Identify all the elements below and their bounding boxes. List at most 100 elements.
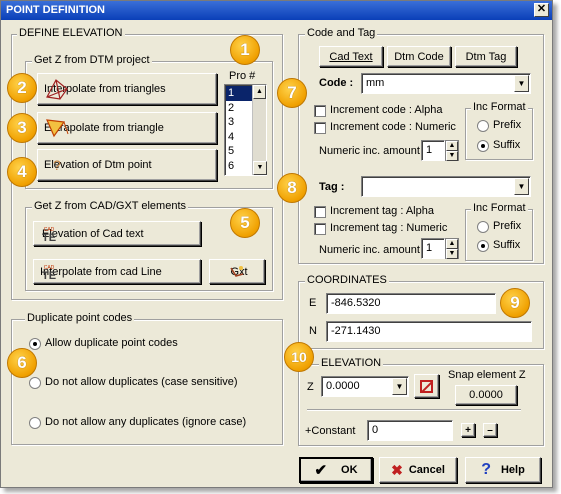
spin-down-icon[interactable]: ▼ bbox=[446, 249, 458, 259]
tag-prefix-label[interactable]: Prefix bbox=[493, 220, 521, 232]
elevation-dtm-point-button[interactable]: ? Elevation of Dtm point bbox=[37, 149, 217, 181]
inc-tag-alpha-checkbox[interactable] bbox=[314, 206, 326, 218]
inc-tag-alpha-label[interactable]: Increment tag : Alpha bbox=[330, 205, 434, 217]
no-dup-sensitive-label[interactable]: Do not allow duplicates (case sensitive) bbox=[45, 376, 238, 388]
no-dup-ignore-radio[interactable] bbox=[29, 417, 41, 429]
inc-code-alpha-checkbox[interactable] bbox=[314, 105, 326, 117]
pro-list-item[interactable]: 4 bbox=[226, 130, 252, 145]
extrapolate-triangle-button[interactable]: Extrapolate from triangle bbox=[37, 112, 217, 144]
define-elevation-legend: DEFINE ELEVATION bbox=[17, 27, 125, 39]
plus-button[interactable]: + bbox=[461, 423, 475, 437]
pro-scrollbar[interactable]: ▲ ▼ bbox=[252, 85, 267, 175]
code-suffix-label[interactable]: Suffix bbox=[493, 139, 520, 151]
pro-listbox[interactable]: 123456 ▲ ▼ bbox=[224, 84, 267, 176]
spin-up-icon[interactable]: ▲ bbox=[446, 239, 458, 249]
no-dup-sensitive-radio[interactable] bbox=[29, 377, 41, 389]
code-prefix-label[interactable]: Prefix bbox=[493, 119, 521, 131]
z-combobox[interactable]: 0.0000 ▼ bbox=[321, 376, 409, 397]
spin-down-icon[interactable]: ▼ bbox=[446, 151, 458, 161]
code-inc-spinner[interactable]: ▲ ▼ bbox=[445, 140, 459, 161]
point-definition-dialog: POINT DEFINITION ✕ DEFINE ELEVATION Get … bbox=[0, 0, 553, 488]
tag-suffix-radio[interactable] bbox=[477, 240, 489, 252]
inc-code-numeric-label[interactable]: Increment code : Numeric bbox=[330, 121, 456, 133]
annotation-badge-2: 2 bbox=[7, 73, 37, 103]
easting-value: -846.5320 bbox=[331, 297, 381, 309]
minus-button[interactable]: – bbox=[483, 423, 497, 437]
code-tag-legend: Code and Tag bbox=[305, 27, 378, 39]
chevron-down-icon[interactable]: ▼ bbox=[392, 378, 407, 395]
ok-label: OK bbox=[341, 464, 358, 476]
easting-input[interactable]: -846.5320 bbox=[326, 293, 496, 314]
gxt-icon bbox=[228, 263, 246, 281]
interpolate-triangles-button[interactable]: Interpolate from triangles bbox=[37, 73, 217, 105]
dtm-group-legend: Get Z from DTM project bbox=[32, 54, 152, 66]
tag-numeric-inc-label: Numeric inc. amount bbox=[319, 244, 420, 256]
no-dup-ignore-label[interactable]: Do not allow any duplicates (ignore case… bbox=[45, 416, 246, 428]
code-value: mm bbox=[366, 77, 385, 89]
cad-icon-main: TE bbox=[41, 269, 57, 282]
tag-inc-format-legend: Inc Format bbox=[471, 202, 528, 214]
z-value: 0.0000 bbox=[326, 380, 360, 392]
tag-combobox[interactable]: ▼ bbox=[361, 176, 531, 197]
snap-element-button[interactable]: 0.0000 bbox=[455, 385, 517, 405]
ok-button[interactable]: ✔ OK bbox=[299, 457, 373, 483]
cancel-button[interactable]: ✖ Cancel bbox=[379, 457, 457, 483]
tag-inc-field[interactable]: 1 bbox=[421, 238, 445, 259]
annotation-badge-7: 7 bbox=[277, 78, 307, 108]
help-button[interactable]: ? Help bbox=[465, 457, 541, 483]
tag-prefix-radio[interactable] bbox=[477, 221, 489, 233]
gxt-button[interactable]: Gxt bbox=[209, 259, 265, 284]
scroll-down-icon[interactable]: ▼ bbox=[253, 161, 267, 175]
help-label: Help bbox=[500, 464, 525, 476]
dtm-code-button[interactable]: Dtm Code bbox=[387, 46, 451, 67]
tag-suffix-label[interactable]: Suffix bbox=[493, 239, 520, 251]
annotation-badge-6: 6 bbox=[7, 348, 37, 378]
interpolate-cad-line-button[interactable]: CAD TE Interpolate from cad Line bbox=[33, 259, 201, 284]
dtm-code-label: Dtm Code bbox=[394, 50, 444, 63]
chevron-down-icon[interactable]: ▼ bbox=[514, 75, 529, 92]
snap-element-value: 0.0000 bbox=[469, 389, 503, 401]
pro-list-item[interactable]: 3 bbox=[226, 115, 252, 130]
inc-tag-numeric-label[interactable]: Increment tag : Numeric bbox=[330, 222, 447, 234]
cad-text-button[interactable]: Cad Text bbox=[319, 46, 383, 67]
inc-tag-numeric-checkbox[interactable] bbox=[314, 223, 326, 235]
pro-list-item[interactable]: 5 bbox=[226, 144, 252, 159]
inc-code-alpha-label[interactable]: Increment code : Alpha bbox=[330, 104, 443, 116]
clear-z-button[interactable] bbox=[414, 374, 439, 398]
northing-input[interactable]: -271.1430 bbox=[326, 321, 532, 342]
pro-list-item[interactable]: 1 bbox=[226, 86, 252, 101]
snap-element-label: Snap element Z bbox=[448, 369, 526, 381]
dtm-tag-button[interactable]: Dtm Tag bbox=[455, 46, 517, 67]
allow-duplicates-label[interactable]: Allow duplicate point codes bbox=[45, 337, 178, 349]
spin-up-icon[interactable]: ▲ bbox=[446, 141, 458, 151]
close-button[interactable]: ✕ bbox=[534, 3, 549, 17]
help-question-icon: ? bbox=[481, 461, 491, 478]
pro-list-item[interactable]: 2 bbox=[226, 101, 252, 116]
cad-text-label: Cad Text bbox=[329, 50, 373, 63]
pro-header: Pro # bbox=[229, 70, 256, 82]
code-prefix-radio[interactable] bbox=[477, 120, 489, 132]
cad-line-icon: CAD TE bbox=[38, 262, 60, 282]
no-entry-icon bbox=[420, 379, 433, 393]
tag-inc-value: 1 bbox=[426, 242, 433, 254]
code-suffix-radio[interactable] bbox=[477, 140, 489, 152]
minus-label: – bbox=[487, 424, 493, 436]
allow-duplicates-radio[interactable] bbox=[29, 338, 41, 350]
cancel-x-icon: ✖ bbox=[391, 461, 403, 478]
tag-inc-spinner[interactable]: ▲ ▼ bbox=[445, 238, 459, 259]
coordinates-legend: COORDINATES bbox=[305, 274, 389, 286]
constant-input[interactable]: 0 bbox=[367, 420, 453, 441]
chevron-down-icon[interactable]: ▼ bbox=[514, 178, 529, 195]
triangle-extrapolate-icon bbox=[42, 115, 72, 141]
code-combobox[interactable]: mm ▼ bbox=[361, 73, 531, 94]
elevation-cad-text-button[interactable]: CAD TE Elevation of Cad text bbox=[33, 221, 201, 246]
duplicate-codes-legend: Duplicate point codes bbox=[25, 312, 135, 324]
triangle-mesh-icon bbox=[42, 76, 72, 102]
code-label: Code : bbox=[319, 77, 354, 89]
inc-code-numeric-checkbox[interactable] bbox=[314, 122, 326, 134]
code-inc-field[interactable]: 1 bbox=[421, 140, 445, 161]
e-label: E bbox=[309, 297, 317, 309]
scroll-up-icon[interactable]: ▲ bbox=[253, 85, 266, 99]
z-label: Z bbox=[307, 381, 314, 393]
pro-list-item[interactable]: 6 bbox=[226, 159, 252, 174]
